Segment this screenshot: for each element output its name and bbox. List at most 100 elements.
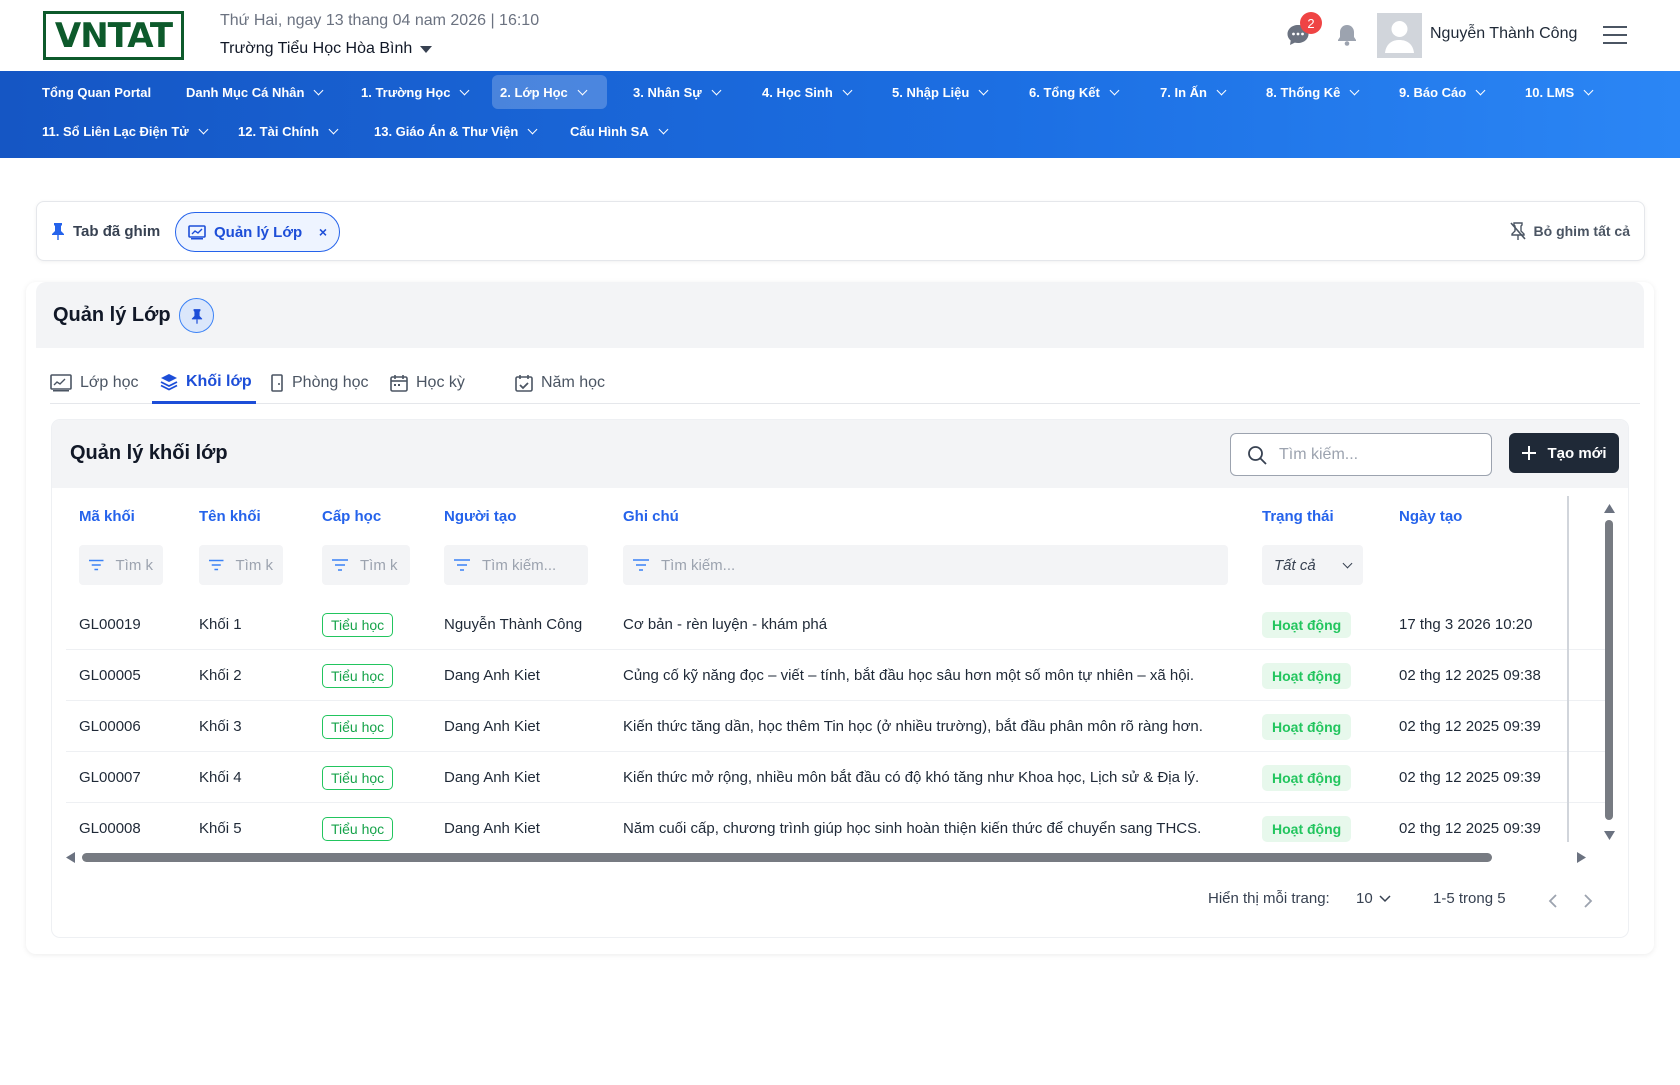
table-row[interactable]: GL00005 Khối 2 Tiểu học Dang Anh Kiet Củ… [66, 650, 1606, 701]
chevron-down-icon [1349, 85, 1360, 95]
horizontal-scroll-thumb[interactable] [82, 853, 1492, 862]
tab-rooms[interactable]: Phòng học [270, 362, 369, 404]
user-name[interactable]: Nguyễn Thành Công [1430, 25, 1577, 43]
chevron-down-icon [1342, 558, 1353, 568]
level-tag: Tiểu học [322, 816, 394, 841]
scroll-down-icon[interactable] [1604, 830, 1615, 840]
bell-icon[interactable] [1334, 22, 1360, 48]
page-title: Quản lý Lớp [53, 304, 171, 326]
column-header-created[interactable]: Ngày tạo [1399, 508, 1462, 525]
avatar[interactable] [1377, 13, 1422, 58]
tab-grade-levels[interactable]: Khối lớp [152, 362, 256, 404]
scroll-right-icon[interactable] [1576, 852, 1586, 863]
nav-label: 10. LMS [1525, 84, 1575, 100]
nav-label: 11. Sổ Liên Lạc Điện Tử [42, 123, 189, 139]
nav-item-data-entry[interactable]: 5. Nhập Liệu [884, 75, 995, 109]
column-header-status[interactable]: Trạng thái [1262, 508, 1334, 525]
filter-name-input[interactable]: Tìm k [199, 545, 283, 585]
unpin-all-button[interactable]: Bỏ ghim tất cả [1509, 222, 1630, 240]
next-page-button[interactable] [1579, 892, 1597, 910]
horizontal-scrollbar[interactable] [66, 849, 1586, 865]
tab-semesters[interactable]: Học kỳ [390, 362, 465, 404]
cell-note: Kiến thức mở rộng, nhiều môn bắt đầu có … [623, 769, 1200, 786]
column-header-name[interactable]: Tên khối [199, 508, 261, 525]
chevron-down-icon [577, 85, 588, 95]
vertical-scroll-thumb[interactable] [1605, 520, 1613, 820]
cell-creator: Dang Anh Kiet [444, 820, 540, 837]
cell-name: Khối 3 [199, 718, 242, 735]
chevron-down-icon [1379, 894, 1391, 902]
filter-placeholder: Tìm k [235, 556, 274, 574]
column-header-note[interactable]: Ghi chú [623, 508, 679, 525]
column-header-level[interactable]: Cấp học [322, 508, 381, 525]
column-header-code[interactable]: Mã khối [79, 508, 135, 525]
filter-code-input[interactable]: Tìm k [79, 545, 163, 585]
table-row[interactable]: GL00008 Khối 5 Tiểu học Dang Anh Kiet Nă… [66, 803, 1606, 854]
date-time: Thứ Hai, ngay 13 thang 04 nam 2026 | 16:… [220, 12, 540, 29]
status-badge: Hoạt động [1262, 815, 1352, 842]
chevron-down-icon [1583, 85, 1594, 95]
nav-label: 7. In Ấn [1160, 84, 1207, 100]
nav-item-statistics[interactable]: 8. Thống Kê [1258, 75, 1366, 109]
nav-item-class[interactable]: 2. Lớp Học [492, 75, 607, 109]
filter-note-input[interactable]: Tìm kiếm... [623, 545, 1228, 585]
scroll-up-icon[interactable] [1604, 504, 1615, 514]
tab-school-years[interactable]: Năm học [515, 362, 605, 404]
nav-label: 2. Lớp Học [500, 84, 568, 100]
cell-created: 02 thg 12 2025 09:39 [1399, 769, 1541, 786]
school-selector[interactable]: Trường Tiểu Học Hòa Bình [220, 40, 433, 58]
card-header: Quản lý khối lớp Tìm kiếm... Tạo mới [52, 420, 1628, 488]
cell-name: Khối 1 [199, 616, 242, 633]
cell-status: Hoạt động [1262, 752, 1352, 803]
prev-page-button[interactable] [1543, 892, 1561, 910]
status-badge: Hoạt động [1262, 764, 1352, 791]
page-range: 1-5 trong 5 [1433, 890, 1506, 907]
nav-item-contact-book[interactable]: 11. Sổ Liên Lạc Điện Tử [34, 114, 215, 148]
nav-item-sa-config[interactable]: Cấu Hình SA [562, 114, 675, 148]
chevron-right-icon [1583, 894, 1592, 908]
nav-item-students[interactable]: 4. Học Sinh [754, 75, 859, 109]
filter-level-input[interactable]: Tìm k [322, 545, 410, 585]
table-row[interactable]: GL00006 Khối 3 Tiểu học Dang Anh Kiet Ki… [66, 701, 1606, 752]
nav-item-staff[interactable]: 3. Nhân Sự [625, 75, 728, 109]
filter-icon [89, 559, 104, 571]
search-input[interactable]: Tìm kiếm... [1230, 433, 1492, 476]
vertical-scrollbar[interactable] [1601, 502, 1617, 842]
chevron-down-icon [1475, 85, 1486, 95]
sticky-column-divider [1567, 496, 1569, 842]
nav-item-finance[interactable]: 12. Tài Chính [230, 114, 345, 148]
nav-item-reports[interactable]: 9. Báo Cáo [1391, 75, 1492, 109]
pinned-tab-class-management[interactable]: Quản lý Lớp × [175, 212, 340, 252]
scroll-left-icon[interactable] [66, 852, 76, 863]
nav-item-overview[interactable]: Tổng Quan Portal [34, 75, 159, 109]
table-row[interactable]: GL00007 Khối 4 Tiểu học Dang Anh Kiet Ki… [66, 752, 1606, 803]
pinned-tab-label: Quản lý Lớp [214, 223, 303, 241]
cell-creator: Nguyễn Thành Công [444, 616, 583, 633]
tab-classes[interactable]: Lớp học [50, 362, 144, 404]
nav-label: 13. Giáo Án & Thư Viện [374, 123, 519, 139]
message-count-badge: 2 [1300, 12, 1322, 34]
status-filter-select[interactable]: Tất cả [1262, 545, 1363, 585]
card-title: Quản lý khối lớp [70, 442, 228, 464]
cell-created: 02 thg 12 2025 09:39 [1399, 820, 1541, 837]
nav-item-print[interactable]: 7. In Ấn [1152, 75, 1233, 109]
menu-icon[interactable] [1603, 26, 1627, 44]
create-label: Tạo mới [1547, 444, 1607, 462]
nav-item-lesson-library[interactable]: 13. Giáo Án & Thư Viện [366, 114, 544, 148]
nav-item-personal[interactable]: Danh Mục Cá Nhân [178, 75, 330, 109]
column-header-creator[interactable]: Người tạo [444, 508, 516, 525]
nav-item-school[interactable]: 1. Trường Học [353, 75, 476, 109]
table-row[interactable]: GL00019 Khối 1 Tiểu học Nguyễn Thành Côn… [66, 599, 1606, 650]
classroom-icon [188, 224, 206, 239]
nav-item-summary[interactable]: 6. Tổng Kết [1021, 75, 1126, 109]
filter-placeholder: Tìm k [115, 556, 154, 574]
filter-creator-input[interactable]: Tìm kiếm... [444, 545, 588, 585]
classroom-icon [50, 374, 72, 392]
school-logo[interactable]: VNTAT [43, 11, 184, 60]
page-size-select[interactable]: 10 [1356, 890, 1391, 907]
pin-page-button[interactable] [179, 298, 214, 333]
close-icon[interactable]: × [319, 224, 327, 240]
nav-item-lms[interactable]: 10. LMS [1517, 75, 1600, 109]
cell-status: Hoạt động [1262, 650, 1352, 701]
create-button[interactable]: Tạo mới [1509, 433, 1619, 473]
